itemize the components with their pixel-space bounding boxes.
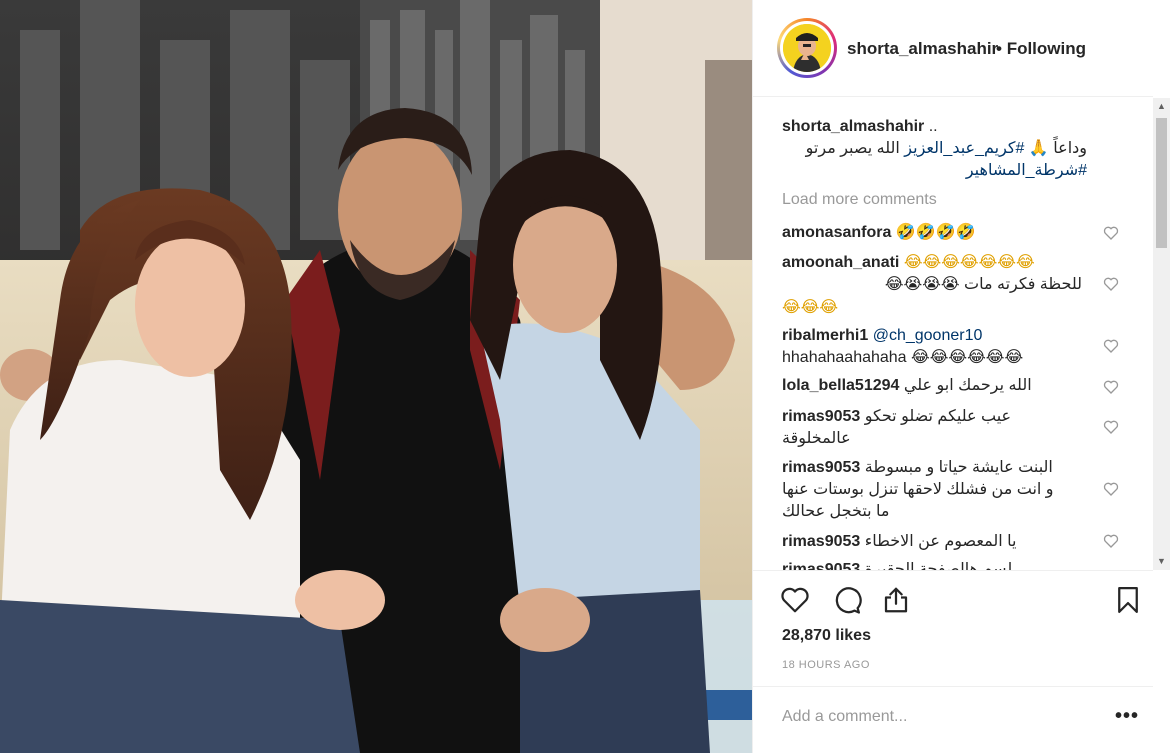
comment-username[interactable]: rimas9053 [782, 408, 860, 425]
scroll-up-icon[interactable]: ▲ [1153, 98, 1170, 115]
scrollbar-thumb[interactable] [1156, 118, 1167, 248]
comment-username[interactable]: amoonah_anati [782, 254, 899, 271]
more-options-icon[interactable]: ••• [1115, 705, 1139, 728]
comment-item: amonasanfora 🤣🤣🤣🤣 [782, 221, 1082, 244]
comment-text-line3: 😂😂😂 [782, 297, 839, 316]
likes-count[interactable]: 28,870 likes [782, 627, 871, 645]
following-label: Following [1006, 39, 1087, 58]
caption-text: وداعاً 🙏 #كريم_عبد_العزيز الله يصبر مرتو [782, 138, 1087, 160]
hashtag-link[interactable]: #كريم_عبد_العزيز [904, 140, 1024, 157]
comment-text: hhahahaahahaha 😂😂😂😂😂😂 [782, 349, 1024, 366]
comment-item: amoonah_anati 😂😂😂😂😂😂😂 للحظة فكرته مات 😭😭… [782, 251, 1082, 319]
share-icon[interactable] [881, 585, 911, 615]
comment-text: البنت عايشة حياتا و مبسوطة [864, 459, 1053, 476]
comment-username[interactable]: amonasanfora [782, 224, 891, 241]
comment-text-line3: ما بتخجل عحالك [782, 503, 890, 520]
comment-icon[interactable] [832, 585, 862, 615]
comment-text: الله يرحمك ابو علي [903, 377, 1032, 394]
comment-text: 🤣🤣🤣🤣 [895, 222, 976, 241]
header-separator: • [996, 39, 1002, 58]
following-button[interactable]: • Following [996, 39, 1086, 59]
post-photo[interactable] [0, 0, 752, 753]
comment-item: lola_bella51294 الله يرحمك ابو علي [782, 375, 1082, 397]
add-comment-input[interactable] [782, 707, 1102, 727]
comment-username[interactable]: rimas9053 [782, 561, 860, 570]
heart-icon[interactable] [780, 585, 810, 615]
like-comment-icon[interactable] [1103, 338, 1119, 354]
comments-scrollbar[interactable]: ▲ ▼ [1153, 98, 1170, 570]
post-timestamp[interactable]: 18 HOURS AGO [782, 659, 870, 671]
comment-username[interactable]: lola_bella51294 [782, 377, 899, 394]
comment-mention[interactable]: @ch_gooner10 [873, 327, 983, 344]
comment-text-line2: للحظة فكرته مات 😭😭😭😂 [884, 276, 1082, 293]
caption-line1: وداعاً 🙏 [1028, 140, 1087, 157]
comment-username[interactable]: ribalmerhi1 [782, 327, 868, 344]
like-comment-icon[interactable] [1103, 533, 1119, 549]
post-caption: shorta_almashahir .. وداعاً 🙏 #كريم_عبد_… [782, 116, 1092, 182]
comment-text: عيب عليكم تضلو تحكو [864, 408, 1012, 425]
like-comment-icon[interactable] [1103, 276, 1119, 292]
comment-text: يا المعصوم عن الاخطاء [864, 533, 1017, 550]
comment-username[interactable]: rimas9053 [782, 533, 860, 550]
comment-item: rimas9053 عيب عليكم تضلو تحكو عالمخلوقة [782, 406, 1082, 450]
header-username[interactable]: shorta_almashahir [847, 39, 998, 59]
post-actions: 28,870 likes 18 HOURS AGO [753, 570, 1153, 671]
avatar[interactable] [783, 24, 831, 72]
comment-item: rimas9053 يا المعصوم عن الاخطاء [782, 531, 1082, 553]
comments-list[interactable]: shorta_almashahir .. وداعاً 🙏 #كريم_عبد_… [753, 98, 1153, 570]
caption-ellipsis: .. [928, 118, 938, 135]
comment-item: rimas9053 لسم هالصفحة الحقيرة [782, 559, 1082, 570]
scroll-down-icon[interactable]: ▼ [1153, 553, 1170, 570]
caption-username[interactable]: shorta_almashahir [782, 118, 924, 135]
caption-line1-rest: الله يصبر مرتو [805, 140, 900, 157]
bookmark-icon[interactable] [1113, 585, 1143, 615]
comment-text-line2: و انت من فشلك لاحقها تنزل بوستات عنها [782, 481, 1054, 498]
police-avatar-icon [783, 24, 831, 72]
like-comment-icon[interactable] [1103, 225, 1119, 241]
post-details-panel: shorta_almashahir • Following shorta_alm… [752, 0, 1171, 753]
story-ring[interactable] [777, 18, 837, 78]
load-more-comments-button[interactable]: Load more comments [782, 191, 937, 209]
comment-text-line2: عالمخلوقة [782, 430, 851, 447]
comment-text: 😂😂😂😂😂😂😂 [903, 252, 1035, 271]
comment-text: لسم هالصفحة الحقيرة [864, 561, 1013, 570]
comment-item: ribalmerhi1 @ch_gooner10 hhahahaahahaha … [782, 325, 1082, 369]
add-comment-bar: ••• [753, 686, 1153, 753]
comment-item: rimas9053 البنت عايشة حياتا و مبسوطة و ا… [782, 457, 1082, 523]
caption-text-2: #شرطة_المشاهير [782, 160, 1087, 182]
like-comment-icon[interactable] [1103, 481, 1119, 497]
like-comment-icon[interactable] [1103, 379, 1119, 395]
hashtag-link-2[interactable]: #شرطة_المشاهير [966, 162, 1087, 179]
comment-username[interactable]: rimas9053 [782, 459, 860, 476]
post-header: shorta_almashahir • Following [753, 0, 1153, 97]
like-comment-icon[interactable] [1103, 419, 1119, 435]
